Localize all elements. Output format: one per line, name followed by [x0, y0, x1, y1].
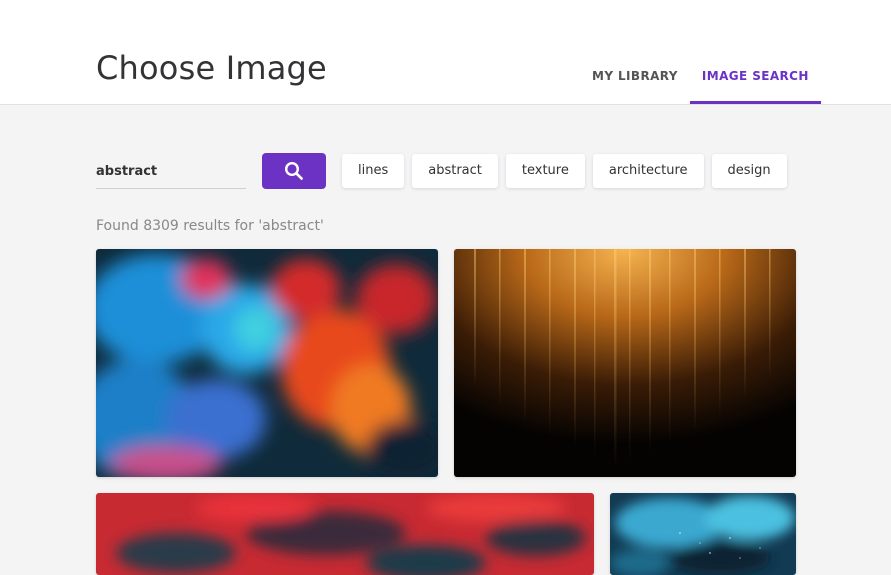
chip-lines[interactable]: lines — [342, 154, 405, 188]
image-thumbnail — [454, 249, 796, 477]
tab-my-library[interactable]: MY LIBRARY — [580, 58, 690, 104]
image-thumbnail — [96, 249, 438, 477]
image-tile[interactable] — [96, 493, 594, 575]
results-summary: Found 8309 results for 'abstract' — [96, 218, 324, 234]
tab-bar: MY LIBRARY IMAGE SEARCH — [580, 58, 821, 105]
chip-abstract[interactable]: abstract — [412, 154, 498, 188]
image-tile[interactable] — [610, 493, 796, 575]
chip-texture[interactable]: texture — [505, 154, 585, 188]
tab-image-search[interactable]: IMAGE SEARCH — [689, 58, 821, 104]
image-thumbnail — [96, 493, 594, 575]
search-field — [96, 154, 246, 189]
image-tile[interactable] — [96, 249, 438, 477]
image-thumbnail — [610, 493, 796, 575]
image-tile[interactable] — [454, 249, 796, 477]
search-icon — [284, 161, 303, 180]
suggestion-chips: lines abstract texture architecture desi… — [342, 154, 787, 188]
chip-architecture[interactable]: architecture — [592, 154, 704, 188]
page-title: Choose Image — [96, 49, 327, 87]
search-button[interactable] — [262, 153, 326, 189]
search-input[interactable] — [96, 154, 246, 188]
header: Choose Image MY LIBRARY IMAGE SEARCH — [0, 0, 891, 105]
chip-design[interactable]: design — [711, 154, 787, 188]
